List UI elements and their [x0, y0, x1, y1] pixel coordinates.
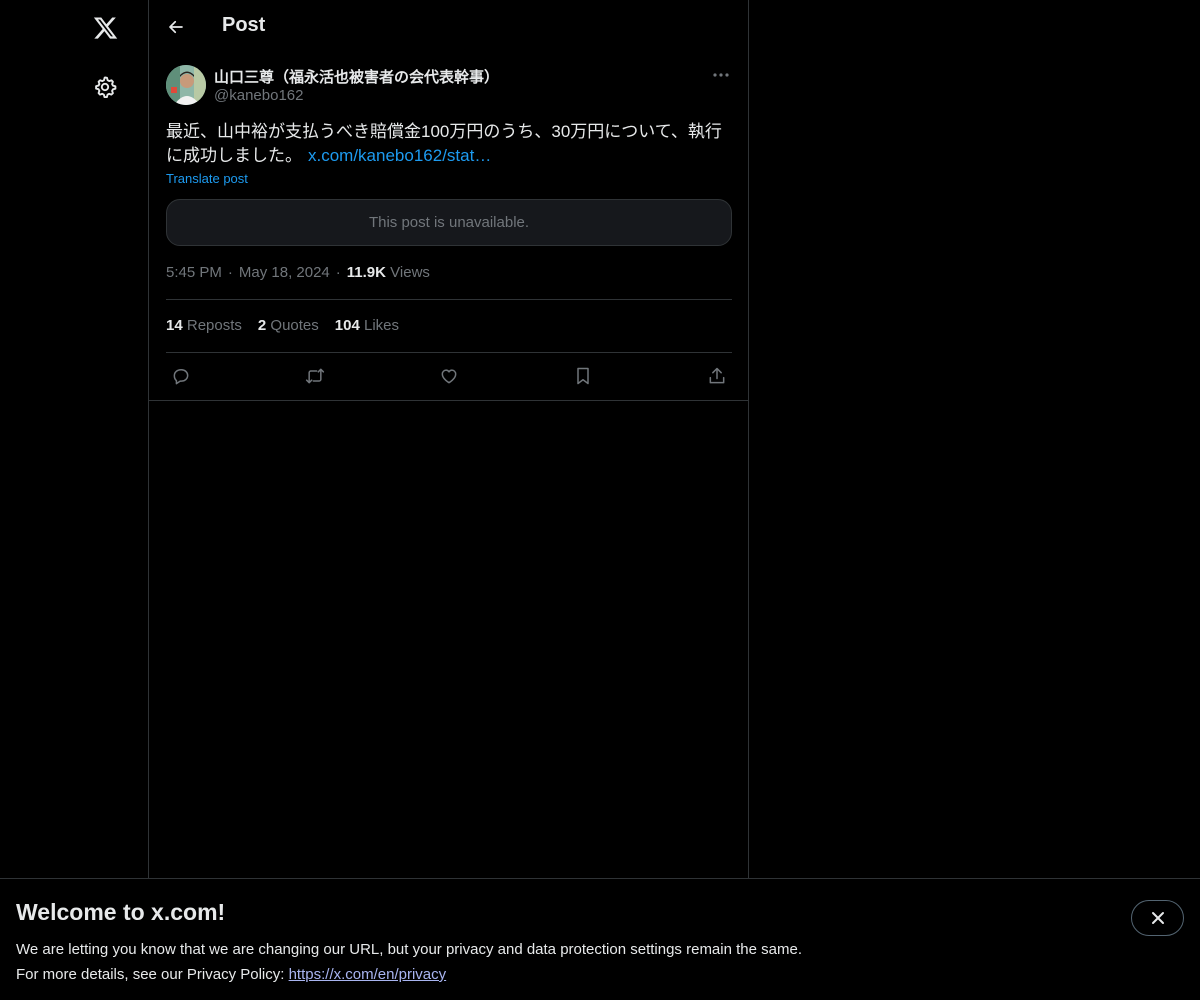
repost-icon: [305, 368, 325, 384]
close-icon: [1151, 912, 1164, 924]
views-label: Views: [390, 264, 430, 281]
gear-icon: [95, 76, 117, 99]
x-logo-link[interactable]: [80, 3, 130, 53]
unavailable-text: This post is unavailable.: [368, 214, 530, 231]
likes-label: Likes: [363, 317, 400, 334]
share-button[interactable]: [702, 363, 732, 389]
meta-separator: ·: [227, 264, 233, 281]
repost-button[interactable]: [300, 363, 330, 389]
reply-icon: [173, 369, 189, 385]
translate-post-button[interactable]: Translate post: [166, 171, 248, 186]
left-sidebar: [0, 0, 149, 1000]
main-column: Post 山口三尊（福永活也被害者の会代表幹事） @kanebo162 最近、山…: [149, 0, 749, 878]
reposts-label: Reposts: [186, 317, 242, 334]
banner-line-1: We are letting you know that we are chan…: [16, 941, 802, 958]
close-banner-button[interactable]: [1131, 900, 1184, 936]
url-change-banner: Welcome to x.com! We are letting you kno…: [0, 878, 1200, 1000]
action-bar: [166, 363, 732, 389]
banner-line-2-prefix: For more details, see our Privacy Policy…: [16, 966, 289, 983]
arrow-left-icon: [169, 20, 183, 34]
reply-button[interactable]: [166, 363, 196, 389]
meta-separator: ·: [335, 264, 341, 281]
banner-text: We are letting you know that we are chan…: [16, 937, 802, 987]
settings-button[interactable]: [80, 62, 130, 112]
author-handle[interactable]: @kanebo162: [214, 87, 303, 104]
heart-icon: [441, 369, 457, 384]
reposts-count: 14: [166, 317, 183, 334]
banner-title: Welcome to x.com!: [16, 899, 226, 925]
bookmark-icon: [577, 367, 589, 385]
reposts-stat[interactable]: 14 Reposts: [166, 317, 242, 334]
divider: [166, 352, 732, 353]
post-text: 最近、山中裕が支払うべき賠償金100万円のうち、30万円について、執行に成功しま…: [166, 120, 732, 168]
more-dots-icon: [713, 73, 729, 77]
bookmark-button[interactable]: [568, 363, 598, 389]
post-link[interactable]: x.com/kanebo162/stat…: [308, 146, 491, 165]
quotes-label: Quotes: [270, 317, 319, 334]
post-meta: 5:45 PM · May 18, 2024 · 11.9K Views: [166, 264, 430, 281]
views-count: 11.9K: [346, 264, 386, 281]
quotes-stat[interactable]: 2 Quotes: [258, 317, 319, 334]
page-title: Post: [222, 14, 266, 36]
privacy-policy-link[interactable]: https://x.com/en/privacy: [289, 966, 447, 983]
banner-line-2: For more details, see our Privacy Policy…: [16, 962, 802, 987]
quoted-post-unavailable: This post is unavailable.: [166, 199, 732, 246]
more-options-button[interactable]: [710, 65, 732, 85]
avatar[interactable]: [166, 65, 206, 105]
post-time[interactable]: 5:45 PM: [166, 264, 222, 281]
quotes-count: 2: [257, 317, 267, 334]
like-button[interactable]: [434, 363, 464, 389]
share-icon: [709, 367, 725, 384]
divider: [149, 400, 748, 401]
page-header: Post: [149, 0, 748, 53]
x-logo-icon: [93, 17, 117, 39]
engagement-stats: 14 Reposts 2 Quotes 104 Likes: [166, 317, 415, 334]
author-name[interactable]: 山口三尊（福永活也被害者の会代表幹事）: [214, 66, 499, 87]
divider: [166, 299, 732, 300]
likes-stat[interactable]: 104 Likes: [335, 317, 399, 334]
post-date[interactable]: May 18, 2024: [239, 264, 330, 281]
likes-count: 104: [334, 317, 360, 334]
back-button[interactable]: [159, 10, 193, 44]
